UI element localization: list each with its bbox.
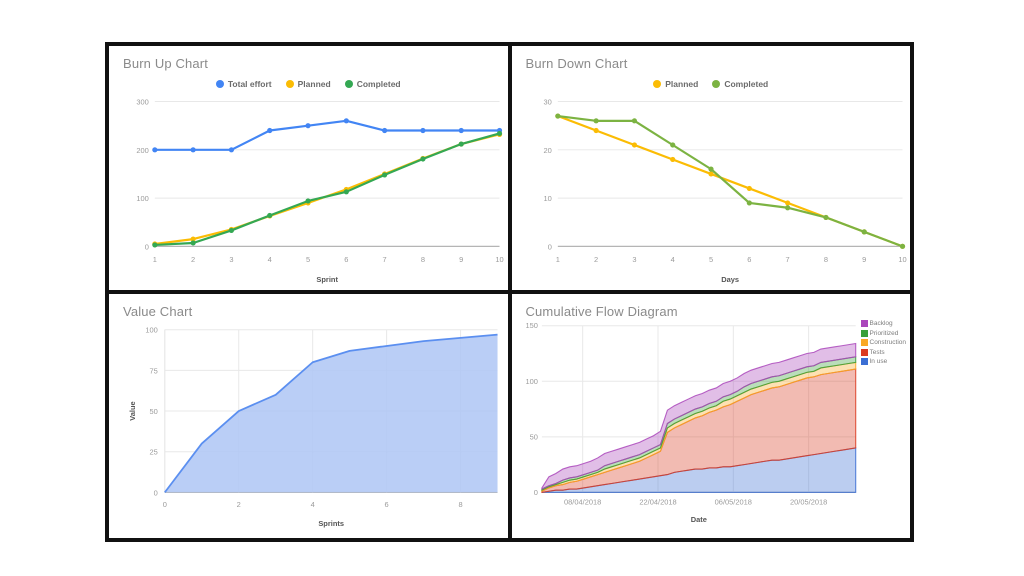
svg-text:30: 30 [543, 98, 551, 107]
svg-text:7: 7 [383, 255, 387, 264]
svg-text:100: 100 [136, 194, 148, 203]
svg-text:100: 100 [145, 326, 157, 335]
svg-text:6: 6 [747, 255, 751, 264]
svg-text:300: 300 [136, 98, 148, 107]
svg-text:06/05/2018: 06/05/2018 [714, 497, 751, 506]
svg-text:10: 10 [543, 194, 551, 203]
svg-text:Sprint: Sprint [316, 275, 338, 284]
svg-text:20/05/2018: 20/05/2018 [789, 497, 826, 506]
svg-text:6: 6 [344, 255, 348, 264]
charts-dashboard-grid: Burn Up Chart Total effort Planned Complet… [105, 42, 914, 542]
svg-text:1: 1 [153, 255, 157, 264]
svg-text:6: 6 [385, 500, 389, 509]
burn-up-chart-plot: 0 100 200 300 1 2 3 4 5 6 7 8 9 10 Sprint [136, 98, 503, 285]
svg-text:50: 50 [150, 407, 158, 416]
svg-text:0: 0 [154, 488, 158, 497]
svg-text:5: 5 [708, 255, 712, 264]
svg-text:8: 8 [458, 500, 462, 509]
svg-text:3: 3 [632, 255, 636, 264]
svg-text:Date: Date [690, 515, 706, 524]
svg-text:7: 7 [785, 255, 789, 264]
value-chart-plot: 0 25 50 75 100 0 2 4 6 8 Sprints Value [128, 326, 498, 528]
svg-text:8: 8 [823, 255, 827, 264]
svg-text:5: 5 [306, 255, 310, 264]
svg-text:10: 10 [495, 255, 503, 264]
svg-text:0: 0 [547, 242, 551, 251]
svg-text:2: 2 [594, 255, 598, 264]
svg-text:4: 4 [670, 255, 674, 264]
svg-text:Days: Days [721, 275, 739, 284]
svg-text:75: 75 [150, 366, 158, 375]
svg-text:20: 20 [543, 146, 551, 155]
svg-text:22/04/2018: 22/04/2018 [639, 497, 676, 506]
cfd-plot: 0 50 100 150 08/04/2018 22/04/2018 06/05/2018 2… [525, 321, 856, 524]
svg-text:9: 9 [862, 255, 866, 264]
svg-text:Sprints: Sprints [318, 519, 344, 528]
svg-text:4: 4 [311, 500, 315, 509]
svg-text:3: 3 [229, 255, 233, 264]
svg-text:25: 25 [150, 448, 158, 457]
svg-text:4: 4 [268, 255, 272, 264]
svg-text:2: 2 [191, 255, 195, 264]
svg-text:100: 100 [525, 377, 537, 386]
svg-text:200: 200 [136, 146, 148, 155]
svg-text:0: 0 [533, 488, 537, 497]
svg-text:9: 9 [459, 255, 463, 264]
svg-text:2: 2 [237, 500, 241, 509]
svg-text:08/04/2018: 08/04/2018 [564, 497, 601, 506]
svg-text:10: 10 [898, 255, 906, 264]
panel-burn-up-chart: Burn Up Chart Total effort Planned Complet… [109, 46, 508, 290]
burn-down-chart-plot: 0 10 20 30 1 2 3 4 5 6 7 8 9 10 Days [543, 98, 906, 285]
svg-text:8: 8 [421, 255, 425, 264]
svg-text:50: 50 [529, 432, 537, 441]
panel-value-chart: Value Chart 0 25 50 75 100 0 2 4 6 8 Sprints Value [109, 294, 508, 538]
panel-burn-down-chart: Burn Down Chart Planned Completed 0 10 20 30… [511, 46, 910, 290]
svg-text:Value: Value [128, 401, 137, 420]
svg-text:1: 1 [555, 255, 559, 264]
svg-text:0: 0 [145, 242, 149, 251]
svg-text:150: 150 [525, 321, 537, 330]
panel-cumulative-flow-diagram: Cumulative Flow Diagram Backlog Prioritiz… [511, 294, 910, 538]
svg-text:0: 0 [163, 500, 167, 509]
